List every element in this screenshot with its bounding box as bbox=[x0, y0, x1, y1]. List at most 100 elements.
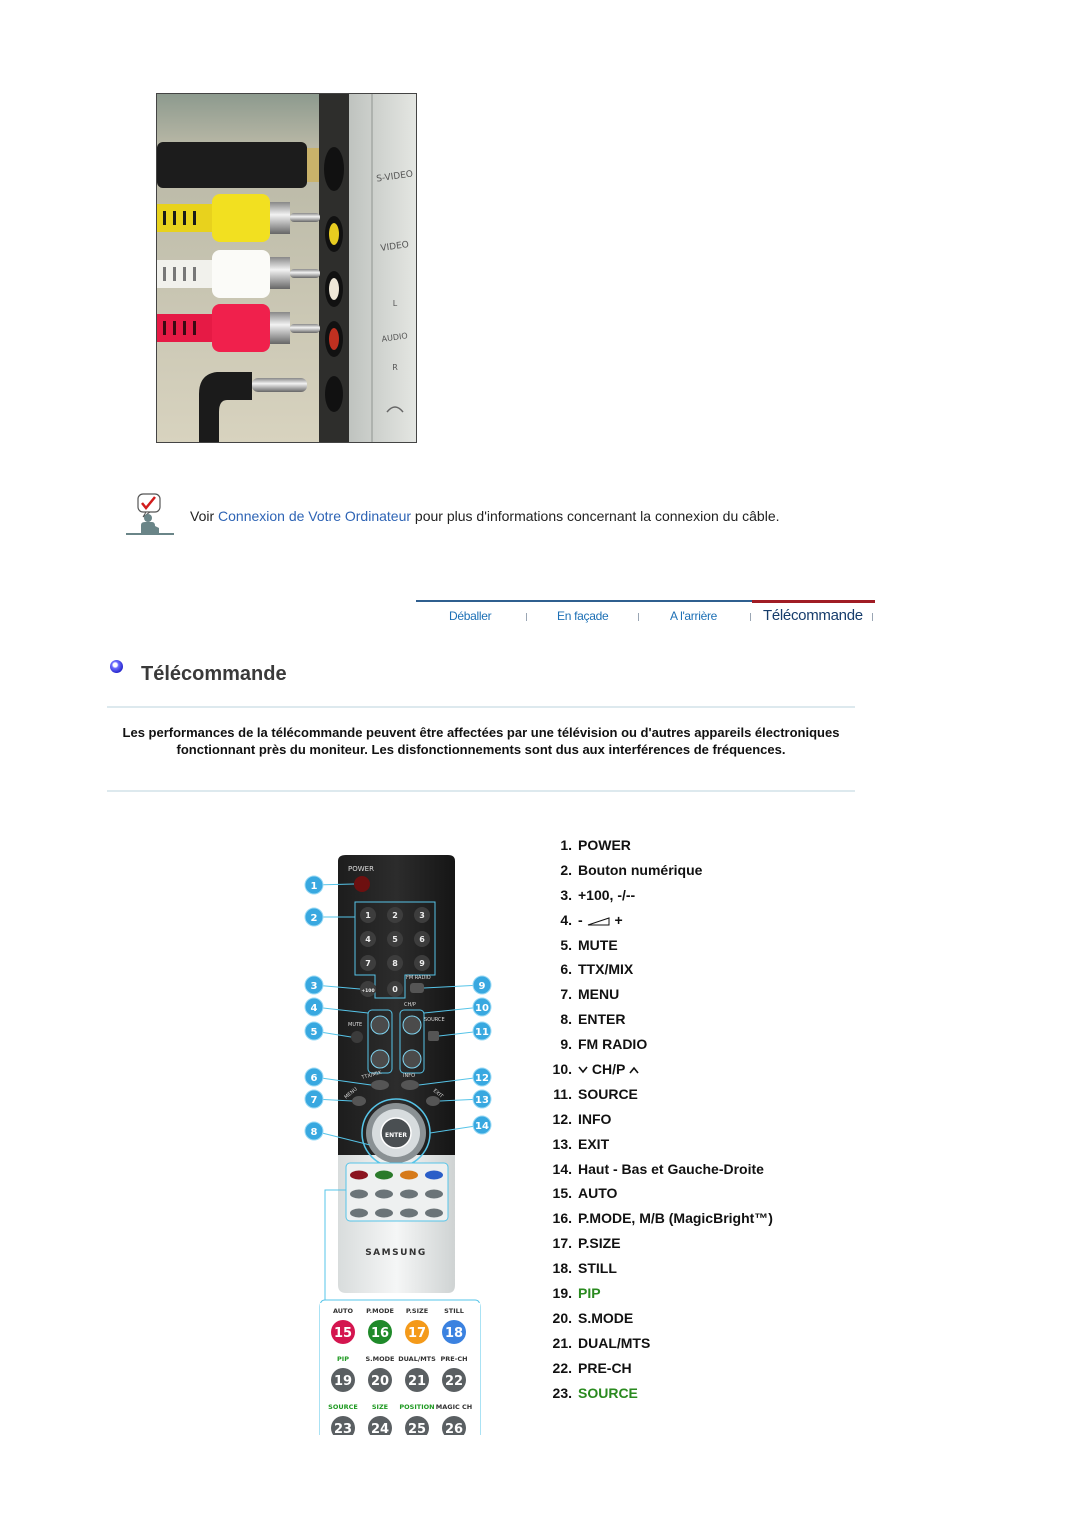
tab-deballer[interactable]: Déballer bbox=[449, 609, 492, 623]
remote-button-list: 1. POWER 2. Bouton numérique 3. +100, -/-- 4. -… bbox=[540, 837, 773, 1409]
connexion-ordinateur-link[interactable]: Connexion de Votre Ordinateur bbox=[218, 508, 411, 524]
tab-en-facade[interactable]: En façade bbox=[557, 609, 609, 623]
item-label: MUTE bbox=[578, 936, 618, 953]
remote-button-item: 9. FM RADIO bbox=[540, 1036, 773, 1061]
callout-number: 13 bbox=[475, 1095, 489, 1106]
item-label: - + bbox=[578, 911, 623, 928]
tab-separator bbox=[638, 613, 639, 621]
tab-separator bbox=[750, 613, 751, 621]
remote-button-item: 16. P.MODE, M/B (MagicBright™) bbox=[540, 1210, 773, 1235]
remote-key-label: 3 bbox=[419, 911, 425, 920]
remote-key-label: 5 bbox=[392, 935, 398, 944]
remote-function-key bbox=[400, 1170, 418, 1180]
item-label: P.SIZE bbox=[578, 1235, 621, 1252]
page-title: Télécommande bbox=[141, 663, 287, 685]
remote-key-label: 6 bbox=[419, 935, 425, 944]
remote-warning-text: Les performances de la télécommande peuv… bbox=[122, 725, 840, 757]
note-prefix: Voir bbox=[190, 508, 219, 524]
remote-function-key bbox=[400, 1189, 418, 1199]
item-label: POWER bbox=[578, 837, 631, 853]
tab-bar-line bbox=[416, 600, 752, 602]
legend-label: PRE-CH bbox=[440, 1355, 467, 1363]
item-number: 2. bbox=[560, 861, 572, 878]
legend-number: 24 bbox=[371, 1422, 389, 1435]
callout-number: 9 bbox=[479, 981, 486, 992]
chevron-down-icon bbox=[578, 1061, 592, 1077]
callout-number: 7 bbox=[311, 1095, 318, 1106]
callout-number: 1 bbox=[311, 881, 318, 892]
note: Voir Connexion de Votre Ordinateur pour … bbox=[126, 493, 846, 537]
tab-telecommande[interactable]: Télécommande bbox=[763, 607, 863, 624]
item-label: Haut - Bas et Gauche-Droite bbox=[578, 1160, 764, 1177]
legend-number: 15 bbox=[334, 1326, 352, 1341]
legend-label: MAGIC CH bbox=[436, 1403, 473, 1411]
item-label: SOURCE bbox=[578, 1384, 638, 1401]
legend-number: 21 bbox=[408, 1374, 426, 1389]
note-checkmark-person-icon bbox=[126, 493, 174, 535]
remote-chp-label: CH/P bbox=[404, 1002, 416, 1008]
item-number: 18. bbox=[552, 1260, 572, 1277]
legend-number: 20 bbox=[371, 1374, 389, 1389]
remote-button-item: 23. SOURCE bbox=[540, 1385, 773, 1410]
chevron-up-icon bbox=[625, 1061, 639, 1077]
item-number: 9. bbox=[560, 1036, 572, 1053]
remote-power-label: POWER bbox=[348, 865, 374, 873]
callout-number: 2 bbox=[311, 913, 318, 924]
tab-a-larriere[interactable]: A l'arrière bbox=[670, 609, 717, 623]
item-number: 6. bbox=[560, 961, 572, 978]
remote-button-item: 6. TTX/MIX bbox=[540, 961, 773, 986]
item-label: ENTER bbox=[578, 1011, 626, 1028]
remote-function-key bbox=[375, 1189, 393, 1199]
divider bbox=[107, 706, 855, 708]
item-label: AUTO bbox=[578, 1185, 618, 1202]
note-suffix: pour plus d'informations concernant la c… bbox=[411, 508, 780, 524]
item-label: SOURCE bbox=[578, 1085, 638, 1102]
remote-source-label: SOURCE bbox=[424, 1017, 445, 1023]
remote-fmradio-label: FM RADIO bbox=[406, 975, 431, 981]
legend-number: 18 bbox=[445, 1326, 463, 1341]
callout-number: 8 bbox=[311, 1127, 318, 1138]
active-tab-indicator bbox=[752, 600, 875, 603]
item-label: FM RADIO bbox=[578, 1036, 648, 1053]
remote-button-item: 10. CH/P bbox=[540, 1061, 773, 1086]
item-number: 4. bbox=[560, 911, 572, 928]
remote-button-item: 19. PIP bbox=[540, 1285, 773, 1310]
item-number: 7. bbox=[560, 986, 572, 1003]
item-number: 15. bbox=[552, 1185, 572, 1202]
remote-function-key bbox=[350, 1208, 368, 1218]
legend-number: 16 bbox=[371, 1326, 389, 1341]
item-number: 5. bbox=[560, 936, 572, 953]
item-label: TTX/MIX bbox=[578, 961, 634, 978]
legend-number: 19 bbox=[334, 1374, 352, 1389]
remote-button-item: 11. SOURCE bbox=[540, 1086, 773, 1111]
item-number: 11. bbox=[553, 1085, 572, 1102]
remote-function-key bbox=[425, 1189, 443, 1199]
remote-button-item: 21. DUAL/MTS bbox=[540, 1335, 773, 1360]
remote-key-label: 2 bbox=[392, 911, 398, 920]
item-number: 22. bbox=[552, 1359, 572, 1376]
legend-label: SOURCE bbox=[328, 1403, 358, 1411]
remote-button-item: 12. INFO bbox=[540, 1111, 773, 1136]
legend-label: P.MODE bbox=[366, 1307, 394, 1315]
remote-button-item: 17. P.SIZE bbox=[540, 1235, 773, 1260]
item-number: 16. bbox=[552, 1210, 572, 1227]
callout-number: 3 bbox=[311, 981, 318, 992]
legend-number: 23 bbox=[334, 1422, 352, 1435]
remote-button-item: 14. Haut - Bas et Gauche-Droite bbox=[540, 1161, 773, 1186]
remote-key-label: +100 bbox=[361, 988, 374, 994]
remote-key-label: 1 bbox=[365, 911, 371, 920]
callout-number: 4 bbox=[311, 1003, 318, 1014]
item-label: P.MODE, M/B (MagicBright™) bbox=[578, 1210, 773, 1227]
panel-label-r: R bbox=[392, 363, 398, 372]
remote-button-item: 2. Bouton numérique bbox=[540, 862, 773, 887]
item-number: 21. bbox=[552, 1334, 572, 1351]
remote-enter-label: ENTER bbox=[385, 1132, 407, 1139]
remote-brand: SAMSUNG bbox=[365, 1248, 427, 1258]
item-label: S.MODE bbox=[578, 1309, 634, 1326]
item-label: EXIT bbox=[578, 1135, 610, 1152]
remote-button-item: 7. MENU bbox=[540, 986, 773, 1011]
callout-number: 12 bbox=[475, 1073, 489, 1084]
item-label: PRE-CH bbox=[578, 1359, 632, 1376]
remote-mute-label: MUTE bbox=[348, 1022, 362, 1028]
remote-button-item: 22. PRE-CH bbox=[540, 1360, 773, 1385]
